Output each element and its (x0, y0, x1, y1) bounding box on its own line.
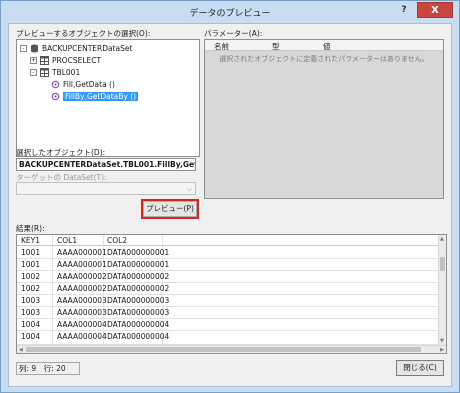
cell: 1001 (21, 260, 41, 269)
method-icon (51, 92, 60, 101)
scroll-left-icon[interactable]: ◀ (19, 347, 23, 353)
cell: 1004 (21, 332, 41, 341)
parameters-header: 名前 型 値 (205, 40, 443, 51)
cell: 1001 (21, 248, 41, 257)
tree-node-procselect[interactable]: + PROCSELECT (30, 55, 101, 66)
parameters-empty-message: 選択されたオブジェクトに定義されたパラメーターはありません。 (219, 55, 429, 63)
table-row[interactable]: 1002 AAAA000002 DATA000000002 (17, 283, 438, 295)
selected-object-label: 選択したオブジェクト(D): (16, 148, 106, 157)
cell: AAAA000002 (57, 284, 107, 293)
table-row[interactable]: 1003 AAAA000003 DATA000000003 (17, 307, 438, 319)
cell: 1002 (21, 284, 41, 293)
parameters-label: パラメーター(A): (204, 29, 263, 38)
preview-button[interactable]: プレビュー(P) (141, 199, 199, 219)
horizontal-scrollbar[interactable]: ◀ ▶ (17, 345, 446, 353)
cell: AAAA000004 (57, 332, 107, 341)
tree-node-label: Fill,GetData () (63, 80, 115, 89)
object-tree[interactable]: - BACKUPCENTERDataSet + PROCSELECT - TBL… (16, 39, 200, 157)
window-title: データのプレビュー (189, 9, 271, 19)
cell: DATA000000001 (107, 260, 170, 269)
scroll-right-icon[interactable]: ▶ (440, 347, 444, 353)
table-row[interactable]: 1004 AAAA000004 DATA000000004 (17, 319, 438, 331)
vertical-scrollbar[interactable]: ▲ ▼ (438, 235, 446, 345)
cell: AAAA000004 (57, 320, 107, 329)
table-icon (40, 68, 49, 77)
cell: DATA000000004 (107, 320, 170, 329)
tree-node-fillby-getdataby[interactable]: FillBy,GetDataBy () (51, 91, 139, 102)
cell: AAAA000001 (57, 248, 107, 257)
tree-node-label: BACKUPCENTERDataSet (42, 44, 133, 53)
collapse-icon[interactable]: - (30, 69, 37, 76)
window-close-button[interactable]: X (417, 2, 453, 18)
results-col-col2[interactable]: COL2 (107, 236, 127, 245)
cell: AAAA000003 (57, 308, 107, 317)
scroll-thumb[interactable] (440, 257, 445, 271)
scroll-up-icon[interactable]: ▲ (440, 236, 444, 242)
cell: 1003 (21, 296, 41, 305)
tree-node-dataset[interactable]: - BACKUPCENTERDataSet (20, 43, 132, 54)
parameters-grid[interactable]: 名前 型 値 選択されたオブジェクトに定義されたパラメーターはありません。 (204, 39, 444, 199)
preview-dialog: データのプレビュー ? X プレビューするオブジェクトの選択(O): - BAC… (0, 0, 460, 393)
collapse-icon[interactable]: - (20, 45, 27, 52)
selected-object-field[interactable]: BACKUPCENTERDataSet.TBL001.FillBy,GetDat… (16, 158, 196, 171)
dialog-body: プレビューするオブジェクトの選択(O): - BACKUPCENTERDataS… (8, 23, 452, 387)
results-grid[interactable]: KEY1 COL1 COL2 1001 AAAA000001 DATA00000… (16, 234, 447, 354)
table-row[interactable]: 1001 AAAA000001 DATA000000001 (17, 259, 438, 271)
cell: 1004 (21, 320, 41, 329)
cell: AAAA000003 (57, 296, 107, 305)
tree-node-tbl001[interactable]: - TBL001 (30, 67, 80, 78)
target-dataset-select[interactable]: ⌵ (16, 182, 196, 195)
results-header: KEY1 COL1 COL2 (17, 235, 446, 246)
cell: DATA000000003 (107, 296, 170, 305)
scroll-thumb[interactable] (26, 347, 421, 352)
tree-node-label: TBL001 (52, 68, 81, 77)
object-select-label: プレビューするオブジェクトの選択(O): (16, 29, 151, 38)
table-icon (40, 56, 49, 65)
cell: 1002 (21, 272, 41, 281)
cell: DATA000000001 (107, 248, 170, 257)
table-row[interactable]: 1004 AAAA000004 DATA000000004 (17, 331, 438, 345)
scroll-down-icon[interactable]: ▼ (440, 338, 444, 344)
database-icon (30, 44, 39, 53)
tree-node-label-selected: FillBy,GetDataBy () (63, 92, 139, 101)
param-col-type[interactable]: 型 (272, 41, 280, 52)
method-icon (51, 80, 60, 89)
cell: 1003 (21, 308, 41, 317)
title-bar[interactable]: データのプレビュー ? X (1, 1, 459, 23)
expand-icon[interactable]: + (30, 57, 37, 64)
cell: AAAA000002 (57, 272, 107, 281)
chevron-down-icon: ⌵ (186, 185, 192, 193)
param-col-name[interactable]: 名前 (214, 41, 229, 52)
param-col-value[interactable]: 値 (323, 41, 331, 52)
table-row[interactable]: 1001 AAAA000001 DATA000000001 (17, 247, 438, 259)
cell: DATA000000002 (107, 272, 170, 281)
cell: DATA000000004 (107, 332, 170, 341)
results-col-col1[interactable]: COL1 (57, 236, 77, 245)
cell: DATA000000003 (107, 308, 170, 317)
cell: DATA000000002 (107, 284, 170, 293)
tree-node-fill-getdata[interactable]: Fill,GetData () (51, 79, 115, 90)
results-col-key1[interactable]: KEY1 (21, 236, 40, 245)
help-button[interactable]: ? (393, 3, 415, 17)
close-button[interactable]: 閉じる(C) (396, 360, 444, 376)
tree-node-label: PROCSELECT (52, 56, 102, 65)
table-row[interactable]: 1002 AAAA000002 DATA000000002 (17, 271, 438, 283)
table-row[interactable]: 1003 AAAA000003 DATA000000003 (17, 295, 438, 307)
cell: AAAA000001 (57, 260, 107, 269)
results-label: 結果(R): (16, 224, 45, 233)
status-bar: 列: 9 行: 20 (16, 362, 80, 375)
